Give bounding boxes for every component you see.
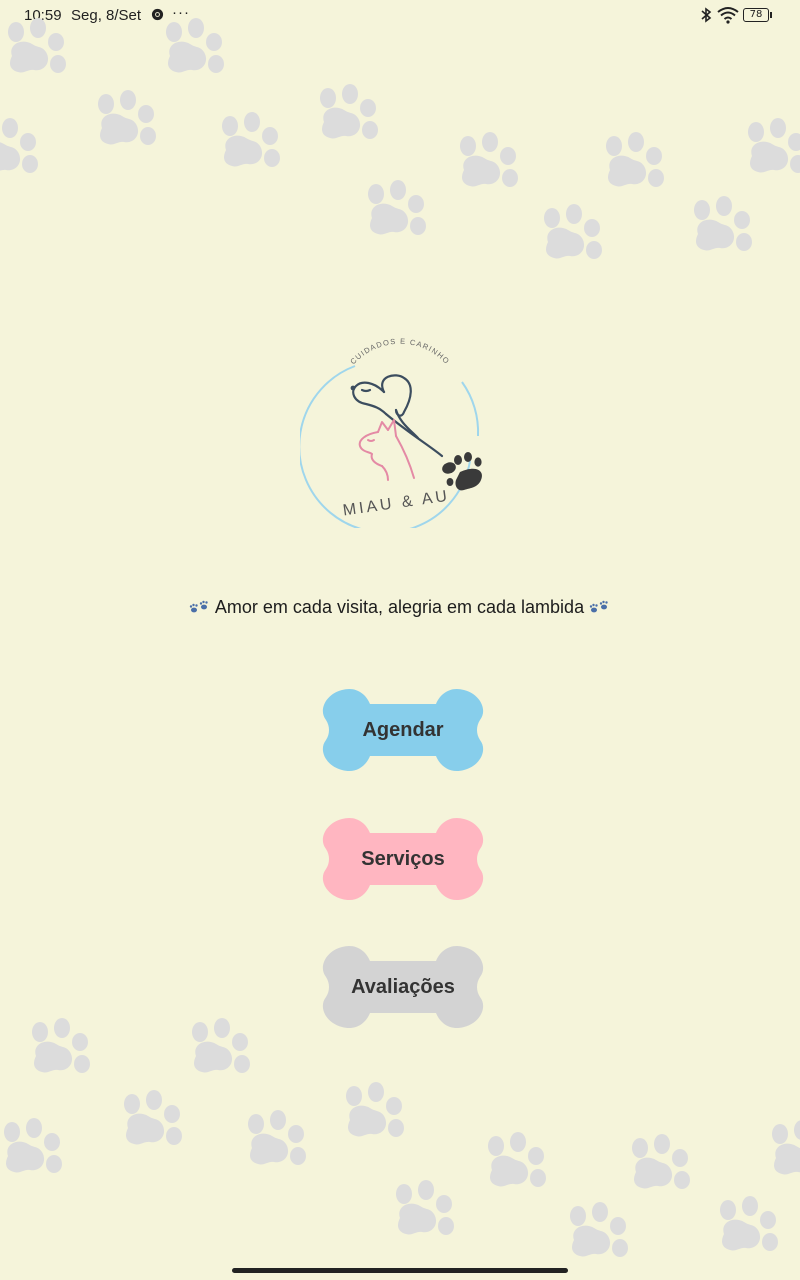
tagline: Amor em cada visita, alegria em cada lam… <box>0 597 800 618</box>
agendar-button[interactable]: Agendar <box>312 686 494 774</box>
paw-icon <box>238 1108 310 1176</box>
bluetooth-icon <box>699 6 713 24</box>
paw-icon <box>88 88 160 156</box>
paw-icon <box>22 1016 94 1084</box>
paw-icon <box>358 178 430 246</box>
paw-icon <box>738 116 800 184</box>
logo-paw-icon <box>442 452 482 491</box>
paw-icon <box>0 1116 66 1184</box>
wifi-icon <box>716 6 740 24</box>
paw-icon <box>310 82 382 150</box>
paw-icon <box>762 1118 800 1186</box>
miau-au-logo: CUIDADOS E CARINHO MIAU & AU <box>300 336 500 528</box>
logo-arc-text: CUIDADOS E CARINHO <box>348 337 450 366</box>
status-bar: 10:59 Seg, 8/Set ··· 78 <box>0 0 800 32</box>
agendar-button-label: Agendar <box>362 719 444 741</box>
tagline-text: Amor em cada visita, alegria em cada lam… <box>214 597 585 617</box>
paw-icon <box>534 202 606 270</box>
paw-prints-icon <box>189 598 211 616</box>
paw-icon <box>336 1080 408 1148</box>
paw-icon <box>684 194 756 262</box>
battery-indicator: 78 <box>743 8 772 22</box>
avaliacoes-button[interactable]: Avaliações <box>312 943 494 1031</box>
svg-text:CUIDADOS E CARINHO: CUIDADOS E CARINHO <box>348 337 451 366</box>
home-indicator[interactable] <box>232 1268 568 1273</box>
paw-icon <box>182 1016 254 1084</box>
servicos-button-label: Serviços <box>361 848 445 870</box>
logo-brand-text: MIAU & AU <box>342 488 451 520</box>
paw-icon <box>560 1200 632 1268</box>
paw-icon <box>0 116 42 184</box>
paw-icon <box>450 130 522 198</box>
paw-icon <box>622 1132 694 1200</box>
paw-icon <box>0 16 70 84</box>
paw-icon <box>156 16 228 84</box>
servicos-button[interactable]: Serviços <box>312 815 494 903</box>
paw-icon <box>386 1178 458 1246</box>
paw-icon <box>212 110 284 178</box>
paw-icon <box>478 1130 550 1198</box>
avaliacoes-button-label: Avaliações <box>351 976 455 998</box>
paw-icon <box>710 1194 782 1262</box>
paw-icon <box>596 130 668 198</box>
status-date: Seg, 8/Set <box>71 7 142 24</box>
paw-icon <box>114 1088 186 1156</box>
paw-prints-icon <box>589 598 611 616</box>
